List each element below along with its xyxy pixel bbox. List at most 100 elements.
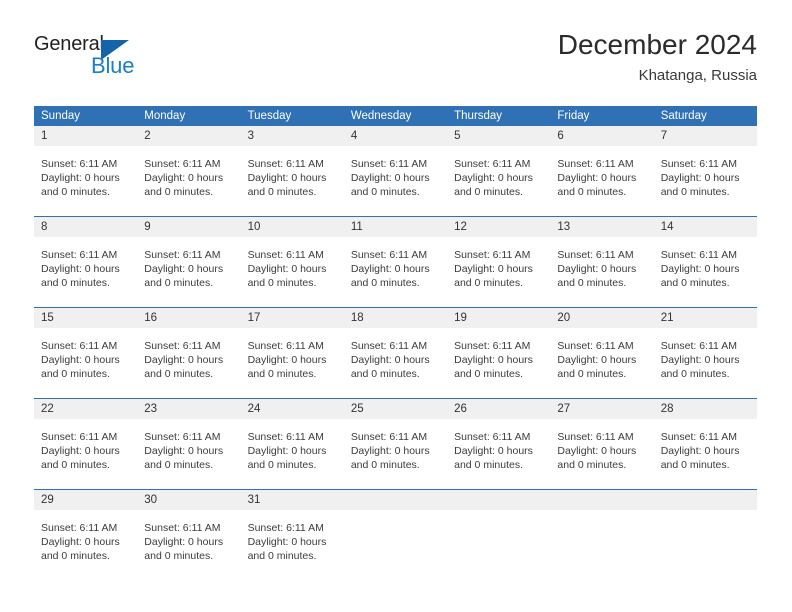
daylight-text: Daylight: 0 hours	[557, 445, 637, 457]
day-number[interactable]: 18	[344, 308, 447, 328]
day-number[interactable]: 9	[137, 217, 240, 237]
sunset-text: Sunset: 6:11 AM	[350, 158, 428, 170]
weekday-header-row: Sunday Monday Tuesday Wednesday Thursday Frid…	[34, 106, 757, 126]
daylight-text: and 0 minutes.	[660, 277, 730, 289]
weekday-header-sunday: Sunday	[41, 110, 81, 122]
day-cell-empty	[654, 510, 757, 580]
daylight-text: and 0 minutes.	[557, 368, 627, 380]
day-cell[interactable]: Sunset: 6:11 AM Daylight: 0 hours and 0 mi…	[550, 328, 653, 398]
day-cell[interactable]: Sunset: 6:11 AM Daylight: 0 hours and 0 mi…	[344, 146, 447, 216]
day-cell[interactable]: Sunset: 6:11 AM Daylight: 0 hours and 0 mi…	[137, 328, 240, 398]
day-cell[interactable]: Sunset: 6:11 AM Daylight: 0 hours and 0 mi…	[550, 146, 653, 216]
brand-logo[interactable]: General Blue	[34, 28, 234, 88]
day-cell[interactable]: Sunset: 6:11 AM Daylight: 0 hours and 0 mi…	[34, 510, 137, 580]
daylight-text: Daylight: 0 hours	[144, 263, 224, 275]
day-number[interactable]: 16	[137, 308, 240, 328]
daylight-text: Daylight: 0 hours	[41, 354, 120, 366]
daylight-text: and 0 minutes.	[144, 186, 214, 198]
day-number[interactable]: 8	[34, 217, 137, 237]
daylight-text: Daylight: 0 hours	[144, 536, 224, 548]
day-cell[interactable]: Sunset: 6:11 AM Daylight: 0 hours and 0 mi…	[550, 237, 653, 307]
weekday-header-friday: Friday	[557, 110, 590, 122]
calendar-body: 1 2 3 4 5 6 7 Sunset: 6:11 AM Daylight: 0 hours a…	[34, 126, 757, 580]
day-cell[interactable]: Sunset: 6:11 AM Daylight: 0 hours and 0 mi…	[654, 328, 757, 398]
date-number-band: 29 30 31	[34, 490, 757, 510]
sunset-text: Sunset: 6:11 AM	[660, 431, 737, 443]
day-cell[interactable]: Sunset: 6:11 AM Daylight: 0 hours and 0 mi…	[447, 328, 550, 398]
page-title: December 2024	[557, 29, 757, 60]
day-number[interactable]: 11	[344, 217, 447, 237]
day-number[interactable]: 2	[137, 126, 240, 146]
day-number[interactable]: 24	[241, 399, 344, 419]
day-cell[interactable]: Sunset: 6:11 AM Daylight: 0 hours and 0 mi…	[654, 237, 757, 307]
day-cell[interactable]: Sunset: 6:11 AM Daylight: 0 hours and 0 mi…	[654, 146, 757, 216]
daylight-text: Daylight: 0 hours	[144, 445, 224, 457]
sunset-text: Sunset: 6:11 AM	[557, 158, 634, 170]
day-cell[interactable]: Sunset: 6:11 AM Daylight: 0 hours and 0 mi…	[137, 146, 240, 216]
day-number[interactable]: 26	[447, 399, 550, 419]
weekday-header-tuesday: Tuesday	[247, 110, 292, 122]
daylight-text: Daylight: 0 hours	[41, 536, 120, 548]
day-number[interactable]: 15	[34, 308, 137, 328]
day-cell[interactable]: Sunset: 6:11 AM Daylight: 0 hours and 0 mi…	[447, 419, 550, 489]
day-number[interactable]: 30	[137, 490, 240, 510]
daylight-text: and 0 minutes.	[144, 368, 214, 380]
day-cell[interactable]: Sunset: 6:11 AM Daylight: 0 hours and 0 mi…	[34, 328, 137, 398]
daylight-text: and 0 minutes.	[247, 368, 317, 380]
day-cell[interactable]: Sunset: 6:11 AM Daylight: 0 hours and 0 mi…	[654, 419, 757, 489]
daylight-text: and 0 minutes.	[144, 277, 214, 289]
weekday-header-saturday: Saturday	[660, 110, 707, 122]
day-number[interactable]: 22	[34, 399, 137, 419]
sunset-text: Sunset: 6:11 AM	[144, 522, 221, 534]
day-cell[interactable]: Sunset: 6:11 AM Daylight: 0 hours and 0 mi…	[241, 510, 344, 580]
sunset-text: Sunset: 6:11 AM	[454, 158, 531, 170]
day-number[interactable]: 31	[241, 490, 344, 510]
day-number[interactable]: 14	[654, 217, 757, 237]
sunset-text: Sunset: 6:11 AM	[247, 431, 324, 443]
day-number[interactable]: 5	[447, 126, 550, 146]
day-cell[interactable]: Sunset: 6:11 AM Daylight: 0 hours and 0 mi…	[550, 419, 653, 489]
day-number[interactable]: 17	[241, 308, 344, 328]
sunset-text: Sunset: 6:11 AM	[350, 431, 428, 443]
day-cell[interactable]: Sunset: 6:11 AM Daylight: 0 hours and 0 mi…	[447, 237, 550, 307]
day-number[interactable]: 6	[550, 126, 653, 146]
day-number[interactable]: 10	[241, 217, 344, 237]
day-number[interactable]: 23	[137, 399, 240, 419]
day-number[interactable]: 13	[550, 217, 653, 237]
day-number[interactable]: 1	[34, 126, 137, 146]
location-subtitle: Khatanga, Russia	[638, 67, 757, 84]
daylight-text: Daylight: 0 hours	[41, 172, 120, 184]
day-cell[interactable]: Sunset: 6:11 AM Daylight: 0 hours and 0 mi…	[344, 328, 447, 398]
date-number-band: 8 9 10 11 12 13 14	[34, 217, 757, 237]
day-number[interactable]: 4	[344, 126, 447, 146]
day-number[interactable]: 29	[34, 490, 137, 510]
sunset-text: Sunset: 6:11 AM	[557, 340, 634, 352]
day-number[interactable]: 12	[447, 217, 550, 237]
day-cell[interactable]: Sunset: 6:11 AM Daylight: 0 hours and 0 mi…	[34, 146, 137, 216]
day-cell[interactable]: Sunset: 6:11 AM Daylight: 0 hours and 0 mi…	[344, 237, 447, 307]
daylight-text: and 0 minutes.	[350, 459, 420, 471]
day-number[interactable]: 27	[550, 399, 653, 419]
day-cell[interactable]: Sunset: 6:11 AM Daylight: 0 hours and 0 mi…	[241, 237, 344, 307]
day-number[interactable]: 28	[654, 399, 757, 419]
day-number[interactable]: 21	[654, 308, 757, 328]
daylight-text: Daylight: 0 hours	[247, 263, 327, 275]
day-number[interactable]: 19	[447, 308, 550, 328]
day-cell[interactable]: Sunset: 6:11 AM Daylight: 0 hours and 0 mi…	[447, 146, 550, 216]
day-cell[interactable]: Sunset: 6:11 AM Daylight: 0 hours and 0 mi…	[344, 419, 447, 489]
day-number[interactable]: 3	[241, 126, 344, 146]
day-cell[interactable]: Sunset: 6:11 AM Daylight: 0 hours and 0 mi…	[137, 237, 240, 307]
day-number[interactable]: 7	[654, 126, 757, 146]
brand-name-blue: Blue	[91, 53, 135, 78]
day-cell[interactable]: Sunset: 6:11 AM Daylight: 0 hours and 0 mi…	[241, 419, 344, 489]
daylight-text: and 0 minutes.	[454, 368, 524, 380]
daylight-text: and 0 minutes.	[247, 550, 317, 562]
day-cell[interactable]: Sunset: 6:11 AM Daylight: 0 hours and 0 mi…	[137, 510, 240, 580]
day-cell[interactable]: Sunset: 6:11 AM Daylight: 0 hours and 0 mi…	[34, 237, 137, 307]
day-cell[interactable]: Sunset: 6:11 AM Daylight: 0 hours and 0 mi…	[34, 419, 137, 489]
day-number[interactable]: 25	[344, 399, 447, 419]
day-cell[interactable]: Sunset: 6:11 AM Daylight: 0 hours and 0 mi…	[241, 146, 344, 216]
day-cell[interactable]: Sunset: 6:11 AM Daylight: 0 hours and 0 mi…	[137, 419, 240, 489]
day-cell[interactable]: Sunset: 6:11 AM Daylight: 0 hours and 0 mi…	[241, 328, 344, 398]
day-number[interactable]: 20	[550, 308, 653, 328]
